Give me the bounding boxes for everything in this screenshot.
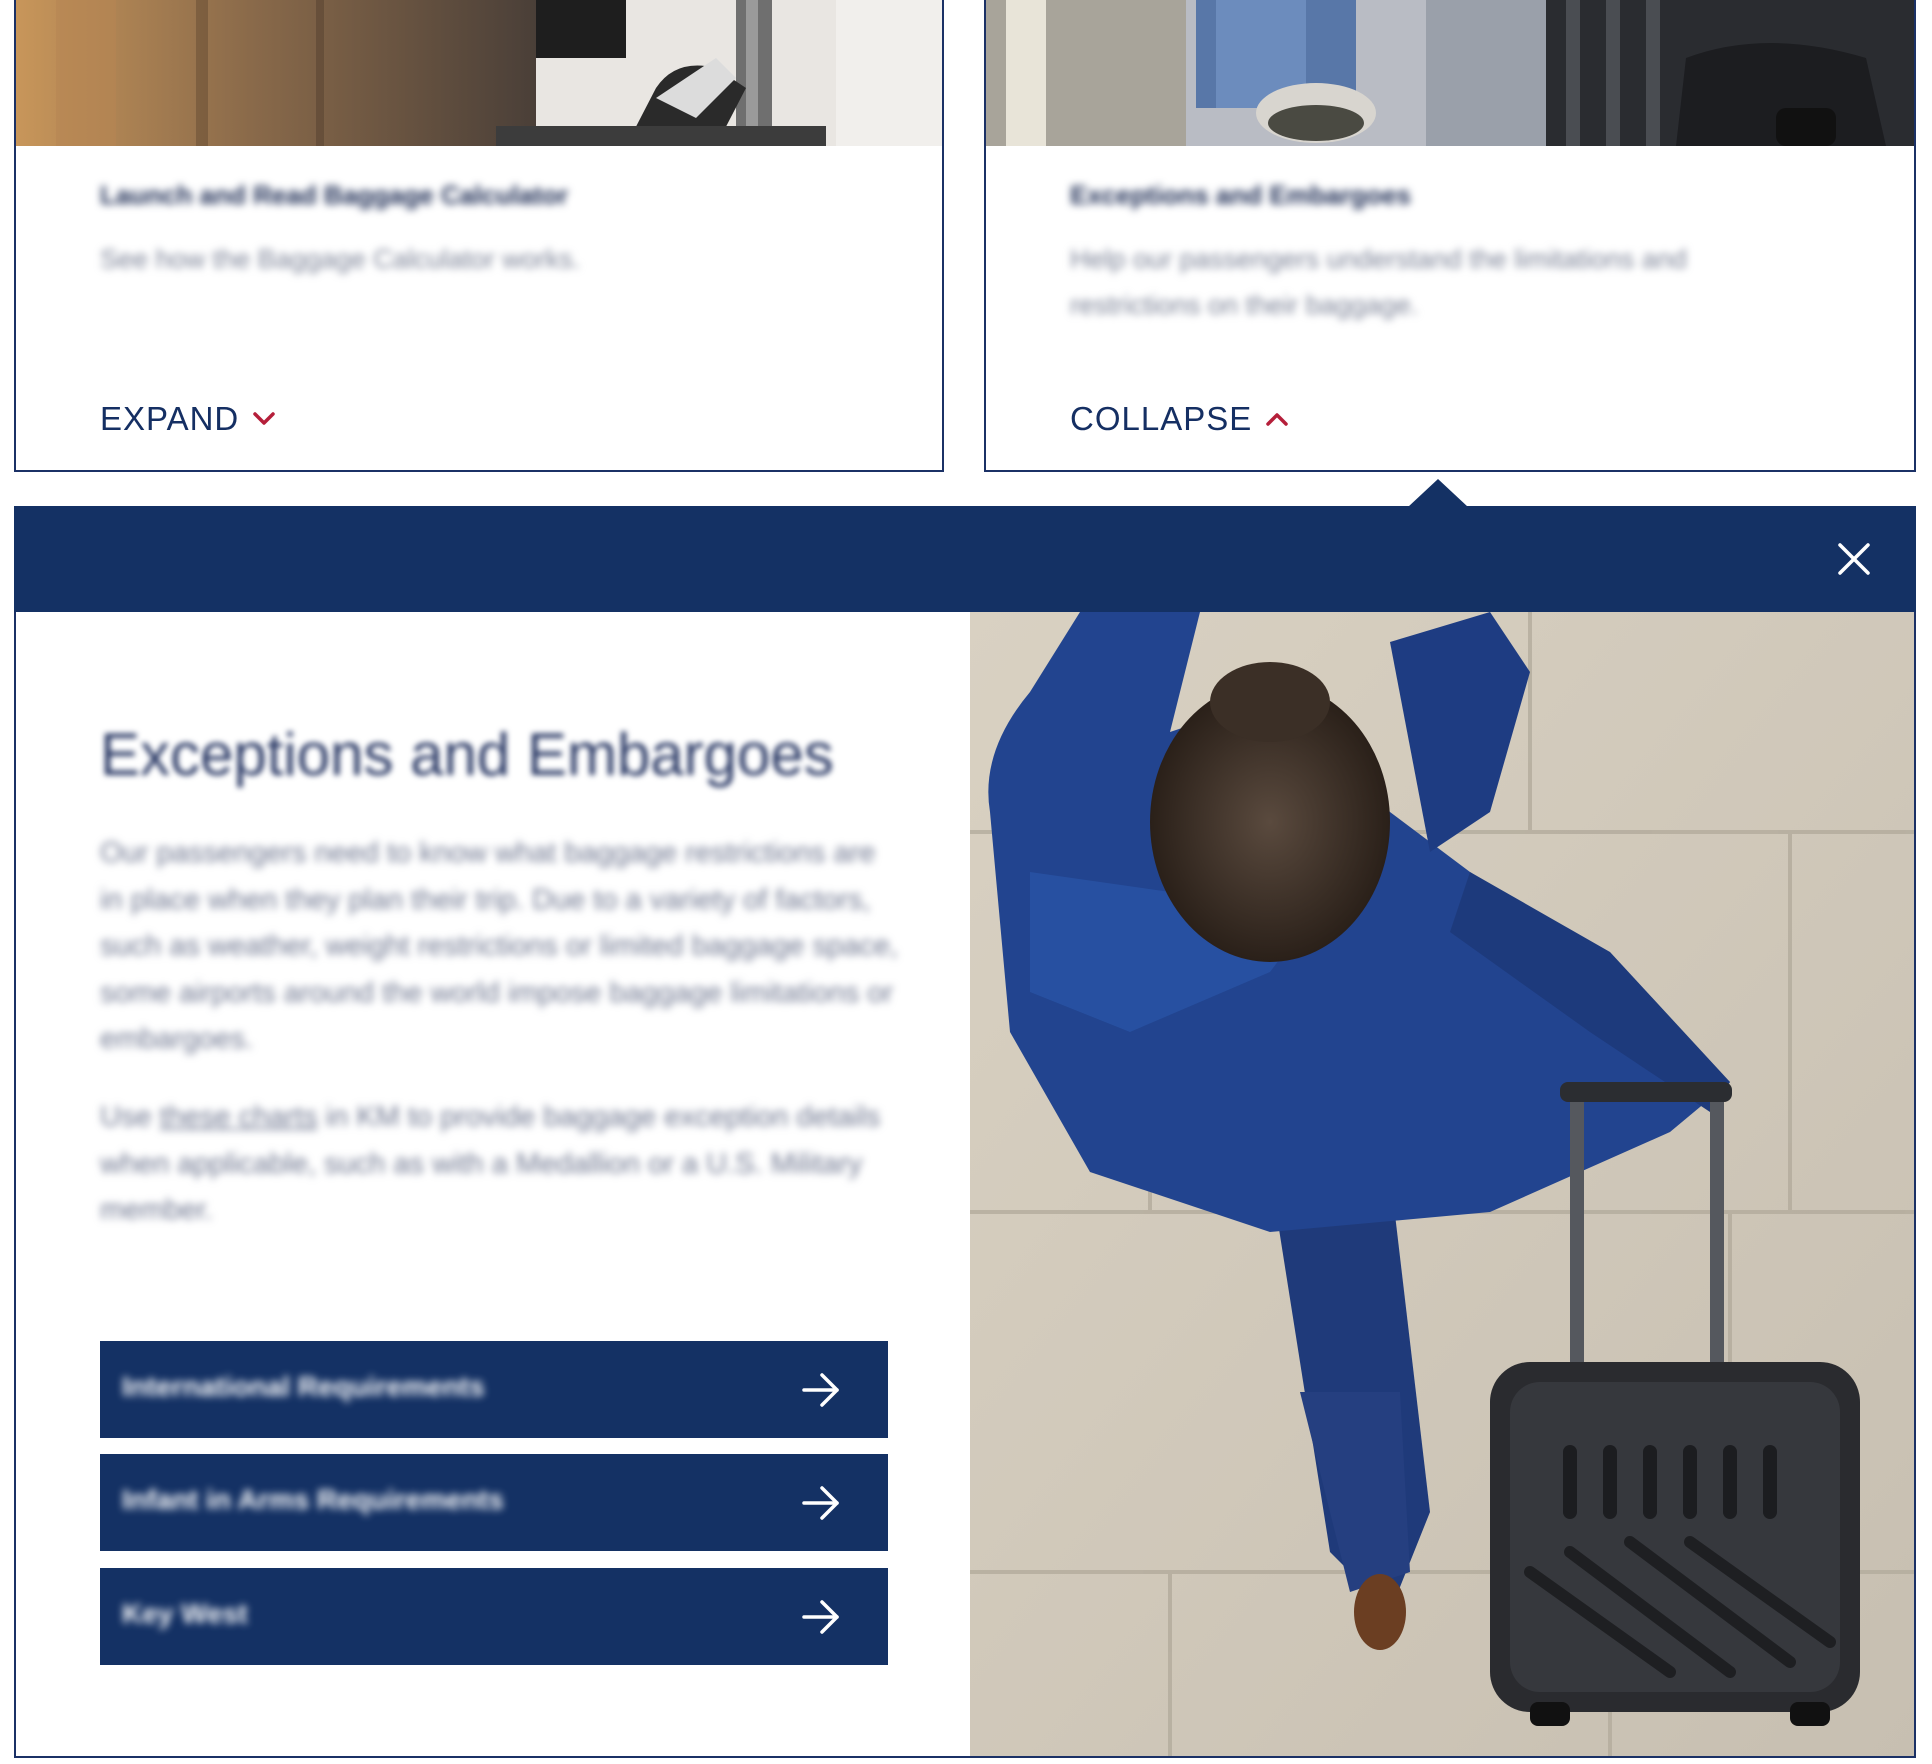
arrow-right-icon [802,1600,839,1634]
panel-heading: Exceptions and Embargoes [100,721,834,788]
infant-in-arms-requirements-button[interactable]: Infant in Arms Requirements [100,1454,888,1551]
card-title: Exceptions and Embargoes [1070,180,1411,210]
paragraph-prefix: Use [100,1101,160,1133]
collapse-label: COLLAPSE [1070,400,1253,437]
panel-body: Exceptions and Embargoes Our passengers … [14,612,1916,1758]
panel-paragraph-charts: Use these charts in KM to provide baggag… [100,1094,900,1234]
international-requirements-button[interactable]: International Requirements [100,1341,888,1438]
button-label: International Requirements [122,1371,485,1402]
these-charts-link[interactable]: these charts [160,1101,318,1133]
card-exceptions-embargoes: Exceptions and Embargoes Help our passen… [984,0,1916,472]
card-baggage-calculator: Launch and Read Baggage Calculator See h… [14,0,944,472]
panel-header-bar [14,506,1916,612]
panel-paragraph-intro: Our passengers need to know what baggage… [100,837,898,1055]
card-photo-walking-luggage [986,0,1914,146]
chevron-up-icon [1266,413,1288,426]
panel-pointer [1408,479,1468,507]
button-label: Infant in Arms Requirements [122,1484,504,1515]
close-icon[interactable] [1836,541,1872,577]
arrow-right-icon [802,1486,839,1520]
expand-button[interactable]: EXPAND [100,400,276,438]
collapse-button[interactable]: COLLAPSE [1070,400,1288,438]
key-west-button[interactable]: Key West [100,1568,888,1665]
expand-label: EXPAND [100,400,240,437]
card-description: See how the Baggage Calculator works. [100,244,581,274]
arrow-right-icon [802,1373,839,1407]
card-description: Help our passengers understand the limit… [1070,244,1687,320]
traveler-with-suitcase-photo [970,612,1914,1756]
card-title: Launch and Read Baggage Calculator [100,180,569,210]
button-label: Key West [122,1598,248,1629]
card-photo-door-luggage [16,0,942,146]
chevron-down-icon [253,412,276,425]
